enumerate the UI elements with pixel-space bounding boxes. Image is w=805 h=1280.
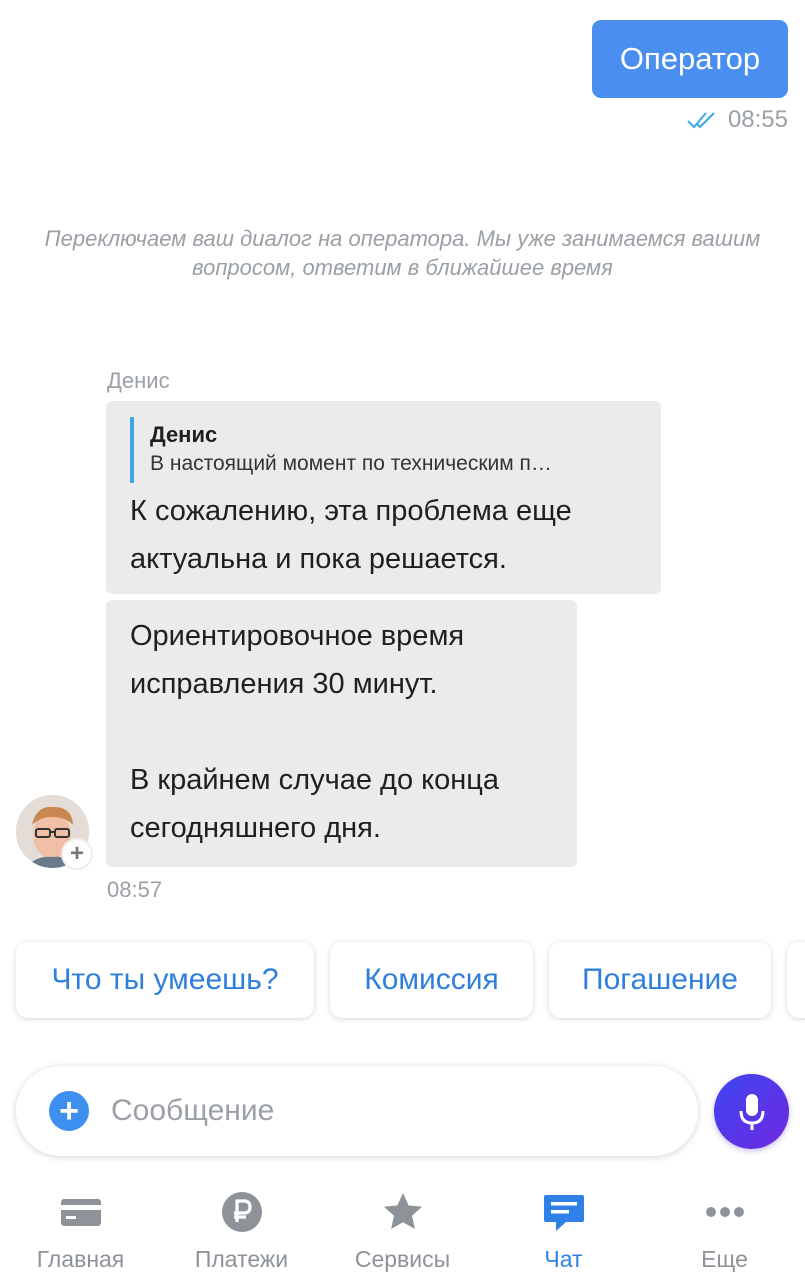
add-contact-icon[interactable]: + [61, 838, 93, 870]
sender-name: Денис [107, 368, 170, 393]
star-icon [383, 1193, 422, 1229]
tab-label: Еще [701, 1246, 748, 1272]
card-icon [60, 1199, 101, 1226]
quoted-author: Денис [150, 422, 218, 447]
tab-more[interactable]: Еще [644, 1180, 805, 1280]
tab-main[interactable]: Главная [0, 1180, 161, 1280]
attach-plus-icon[interactable]: + [49, 1091, 89, 1131]
incoming-message-line: исправления 30 минут. [130, 668, 438, 700]
tab-chat[interactable]: Чат [483, 1180, 644, 1280]
incoming-message-bubble[interactable]: Денис В настоящий момент по техническим … [106, 401, 661, 594]
quick-reply-chip-partial[interactable] [787, 942, 805, 1018]
tab-label: Сервисы [354, 1246, 451, 1272]
incoming-message-line: Ориентировочное время [130, 620, 465, 652]
message-input[interactable] [111, 1094, 631, 1128]
microphone-icon [739, 1093, 764, 1130]
voice-input-button[interactable] [714, 1074, 789, 1149]
tab-label: Платежи [194, 1246, 289, 1272]
message-composer: + [16, 1066, 698, 1156]
quick-replies: Что ты умеешь? Комиссия Погашение [16, 942, 805, 1018]
quoted-message[interactable]: Денис В настоящий момент по техническим … [130, 417, 637, 483]
system-note: Переключаем ваш диалог на оператора. Мы … [44, 226, 761, 280]
more-icon [705, 1207, 744, 1217]
quick-reply-chip[interactable]: Комиссия [330, 942, 533, 1018]
quick-reply-chip[interactable]: Погашение [549, 942, 771, 1018]
bottom-navigation: Главная Платежи Сервисы Чат Еще [0, 1180, 805, 1280]
outgoing-message-meta: 08:55 [686, 106, 788, 134]
tab-payments[interactable]: Платежи [161, 1180, 322, 1280]
double-check-icon [687, 112, 715, 129]
quick-reply-chip[interactable]: Что ты умеешь? [16, 942, 314, 1018]
incoming-message-bubble[interactable]: Ориентировочное время исправления 30 мин… [106, 600, 577, 867]
incoming-message-line: В крайнем случае до конца [130, 764, 500, 796]
outgoing-message-time: 08:55 [727, 106, 788, 133]
incoming-message-text: К сожалению, эта проблема еще актуальна … [130, 495, 572, 575]
tab-label: Чат [544, 1246, 583, 1272]
incoming-message-line: сегодняшнего дня. [130, 812, 381, 844]
tab-services[interactable]: Сервисы [322, 1180, 483, 1280]
ruble-icon [221, 1192, 262, 1232]
outgoing-message-text: Оператор [619, 41, 761, 76]
operator-avatar[interactable]: + [16, 795, 93, 870]
quoted-text: В настоящий момент по техническим п… [150, 452, 552, 475]
chat-icon [543, 1195, 584, 1231]
tab-label: Главная [36, 1246, 125, 1272]
incoming-message-time: 08:57 [107, 877, 163, 902]
outgoing-message-bubble[interactable]: Оператор [592, 20, 788, 98]
